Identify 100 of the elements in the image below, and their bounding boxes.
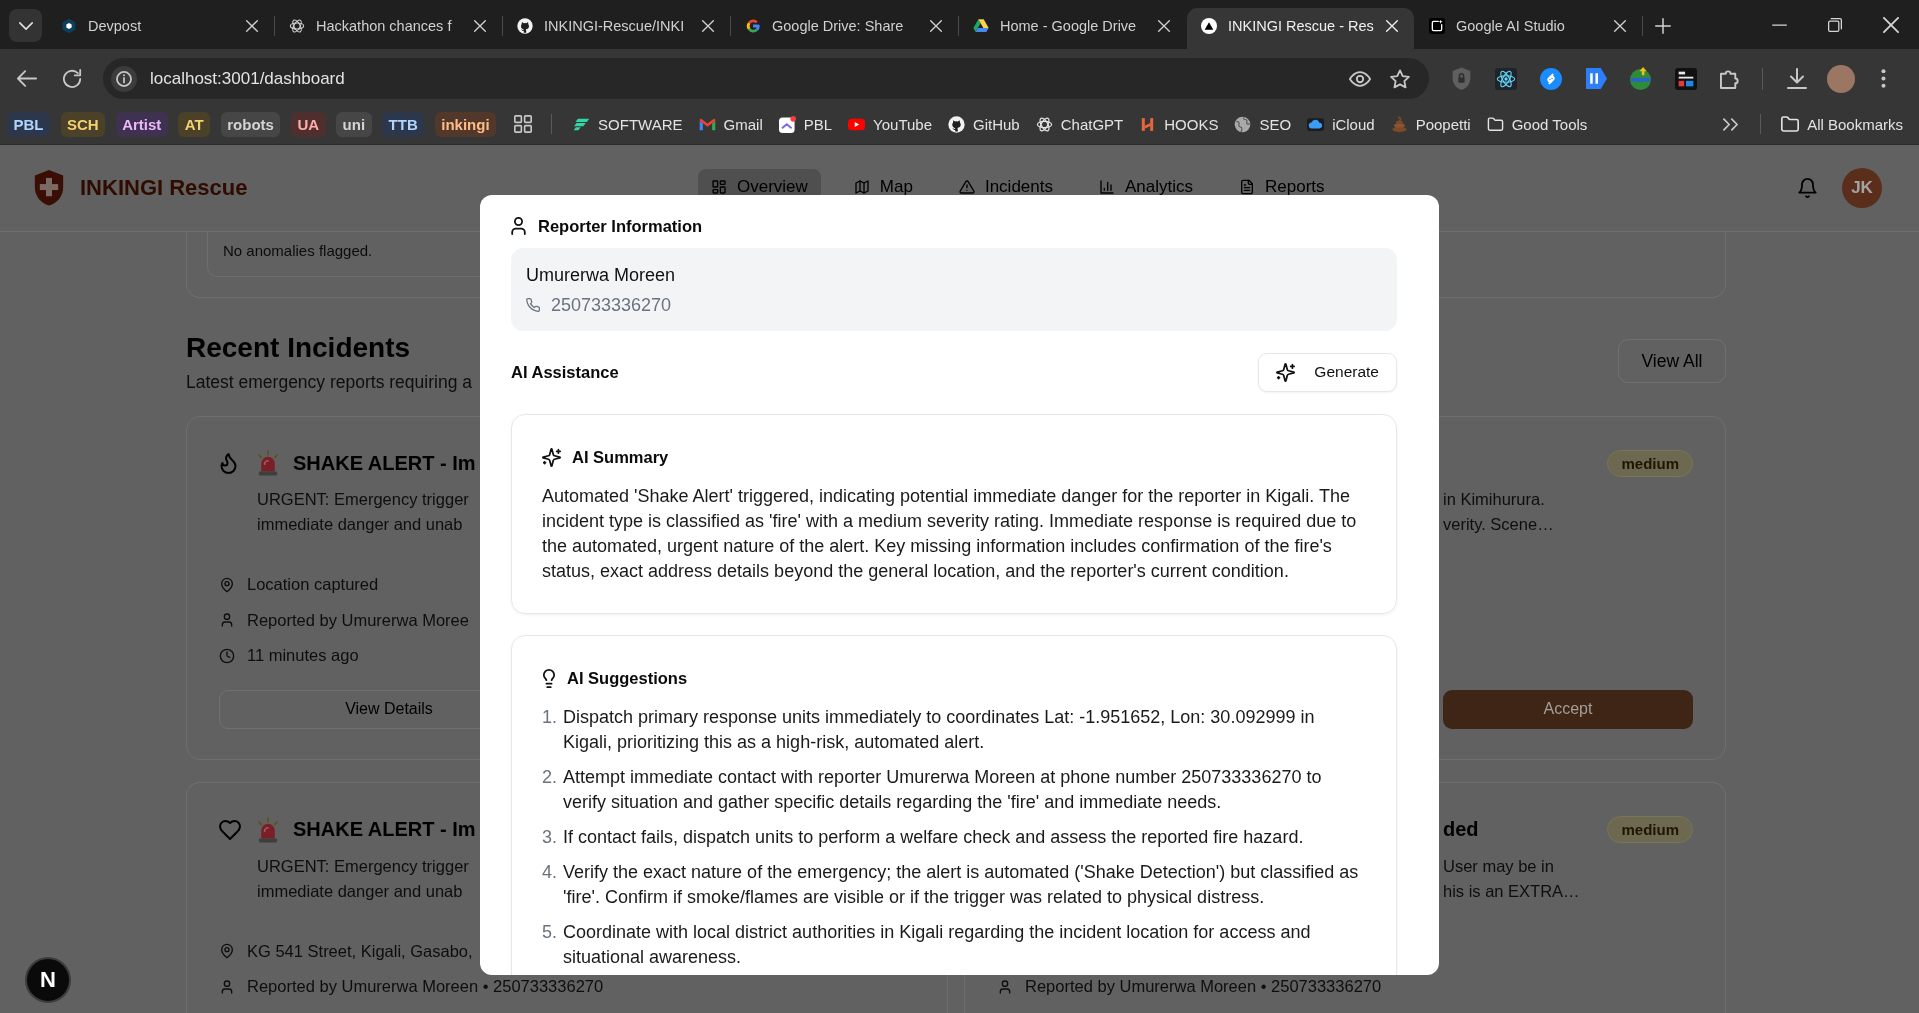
- close-icon[interactable]: [474, 19, 486, 32]
- close-icon[interactable]: [1883, 16, 1899, 33]
- info-icon[interactable]: [111, 65, 137, 92]
- flame-icon: [219, 452, 238, 474]
- bookmark-item[interactable]: HOOKS: [1133, 110, 1225, 138]
- address-bar[interactable]: localhost:3001/dashboard: [103, 58, 1429, 99]
- browser-tab[interactable]: Google Drive: Share: [731, 8, 958, 49]
- bookmark-item[interactable]: SEO: [1228, 110, 1298, 138]
- incident-description: User may be in his is an EXTRA…: [1443, 855, 1580, 902]
- bookmark-item[interactable]: Gmail: [692, 110, 769, 138]
- bookmark-group[interactable]: uni: [336, 111, 372, 137]
- generate-button[interactable]: Generate: [1258, 353, 1397, 392]
- bar-chart-icon: [1099, 178, 1115, 195]
- restore-icon[interactable]: [1828, 17, 1842, 32]
- suggestion-text: Dispatch primary response units immediately to coordinates Lat: -1.951652, Lon: 30.092999 in Kigali, prioritizing this as a high-risk, automated alert.: [563, 706, 1316, 755]
- map-icon: [853, 178, 870, 195]
- browser-tab[interactable]: Google AI Studio: [1415, 8, 1642, 49]
- suggestion-text: Coordinate with local district authorities in Kigali regarding the incident location for access and situational awareness.: [563, 921, 1312, 970]
- person-icon: [219, 612, 235, 629]
- bookmark-item[interactable]: ChatGPT: [1029, 110, 1130, 138]
- section-heading: AI Assistance: [511, 362, 619, 382]
- bookmark-item[interactable]: PBL: [772, 110, 839, 138]
- brand-name: INKINGI Rescue: [80, 175, 248, 201]
- triangle-badge-icon: [1201, 17, 1217, 34]
- item-number: 4.: [542, 861, 557, 885]
- tile-icon[interactable]: [1585, 68, 1607, 89]
- browser-tab[interactable]: Home - Google Drive: [959, 8, 1186, 49]
- close-icon[interactable]: [1614, 19, 1626, 32]
- bookmark-item[interactable]: Poopetti: [1384, 110, 1477, 138]
- bookmark-group[interactable]: UA: [290, 111, 326, 137]
- section-subtitle: Latest emergency reports requiring a: [186, 372, 472, 392]
- download-icon[interactable]: [1787, 68, 1807, 89]
- phone-icon: [526, 298, 540, 312]
- severity-badge: medium: [1607, 449, 1693, 477]
- close-icon[interactable]: [702, 19, 714, 32]
- plus-icon[interactable]: [1655, 17, 1671, 34]
- reload-icon[interactable]: [63, 69, 82, 88]
- folder-icon: [1781, 116, 1800, 132]
- bookmark-group[interactable]: robots: [220, 111, 281, 137]
- puzzle-icon[interactable]: [1720, 68, 1741, 89]
- pin-icon: [219, 943, 235, 960]
- person-icon: [997, 978, 1013, 995]
- dashboard-icon: [711, 178, 727, 195]
- atom-icon[interactable]: [1494, 67, 1517, 90]
- tab-search-button[interactable]: [9, 9, 42, 42]
- browser-tab[interactable]: INKINGI-Rescue/INKI: [503, 8, 730, 49]
- incident-time: 11 minutes ago: [247, 646, 359, 666]
- suggestion-text: Verify the exact nature of the emergency; the alert is automated ('Shake Detection') but classified as 'fire'. Confirm if smoke/flames are visible or if the trigger was related to physical distress.: [563, 861, 1360, 910]
- bookmark-group[interactable]: inkingi: [434, 111, 497, 137]
- reporter-name: Umurerwa Moreen: [526, 264, 677, 287]
- accept-button[interactable]: Accept: [1443, 689, 1693, 729]
- browser-tab[interactable]: Hackathon chances f: [275, 8, 502, 49]
- summary-text: Automated 'Shake Alert' triggered, indicating potential immediate danger for the reporter in Kigali. The incident type is classified as 'fire' with a medium severity rating. Immediate response is required due to the automated, urgent nature of the alert. Key missing information includes confirmation of the fire's status, exact address details beyond the general location, and the reporter's current condition.: [542, 484, 1358, 584]
- bookmark-item[interactable]: SOFTWARE: [567, 110, 689, 138]
- grid-tile-icon[interactable]: [1674, 67, 1697, 90]
- close-icon[interactable]: [1158, 19, 1170, 32]
- bookmark-item[interactable]: GitHub: [942, 110, 1026, 138]
- bookmark-group[interactable]: SCH: [60, 111, 106, 137]
- star-icon[interactable]: [1390, 68, 1410, 89]
- bell-icon[interactable]: [1798, 178, 1817, 198]
- all-bookmarks-button[interactable]: All Bookmarks: [1775, 110, 1909, 138]
- back-arrow-icon[interactable]: [17, 70, 37, 87]
- bookmark-group[interactable]: AT: [178, 111, 211, 137]
- bookmark-item[interactable]: YouTube: [842, 110, 939, 138]
- document-icon: [1239, 178, 1255, 195]
- item-number: 5.: [542, 921, 557, 945]
- item-number: 3.: [542, 826, 557, 850]
- anomalies-note: No anomalies flagged.: [223, 242, 373, 259]
- bookmark-group[interactable]: Artist: [115, 111, 168, 137]
- suggestion-text: Attempt immediate contact with reporter Umurerwa Moreen at phone number 250733336270 to verify situation and gather specific details regarding the 'fire' and immediate needs.: [563, 766, 1323, 815]
- eye-icon[interactable]: [1349, 70, 1371, 87]
- incident-location: KG 541 Street, Kigali, Gasabo,: [247, 941, 473, 961]
- dev-tools-button[interactable]: N: [25, 957, 71, 1003]
- knot-icon: [289, 17, 305, 34]
- user-avatar[interactable]: JK: [1842, 168, 1882, 208]
- clock-icon: [219, 647, 235, 664]
- bookmark-item[interactable]: Good Tools: [1480, 110, 1594, 138]
- bookmark-group[interactable]: PBL: [7, 111, 50, 137]
- bookmark-group[interactable]: TTB: [382, 111, 425, 137]
- profile-avatar[interactable]: [1827, 64, 1855, 93]
- kebab-menu-icon[interactable]: [1881, 69, 1886, 88]
- close-icon[interactable]: [246, 19, 258, 32]
- sparkles-icon: [1276, 362, 1296, 382]
- browser-tab[interactable]: Devpost: [47, 8, 274, 49]
- bookmark-item[interactable]: iCloud: [1301, 110, 1381, 138]
- close-icon[interactable]: [930, 19, 942, 32]
- minimize-icon[interactable]: [1771, 23, 1787, 26]
- incident-description: in Kimihurura. verity. Scene…: [1443, 489, 1554, 535]
- incident-title: ded: [1443, 818, 1479, 841]
- triangle-logo-icon: [973, 17, 989, 34]
- section-heading: Reporter Information: [538, 216, 703, 236]
- chevrons-icon[interactable]: [1723, 117, 1739, 131]
- reporter-phone: 250733336270: [551, 294, 672, 317]
- browser-tab[interactable]: INKINGI Rescue - Res: [1187, 8, 1414, 49]
- knot-icon: [1035, 115, 1053, 133]
- swirl-badge-icon[interactable]: [1540, 67, 1562, 90]
- heart-icon: [219, 819, 241, 840]
- card-heading: AI Suggestions: [567, 669, 688, 688]
- apps-grid-icon[interactable]: [514, 115, 533, 133]
- hexagon-icon: [61, 17, 77, 34]
